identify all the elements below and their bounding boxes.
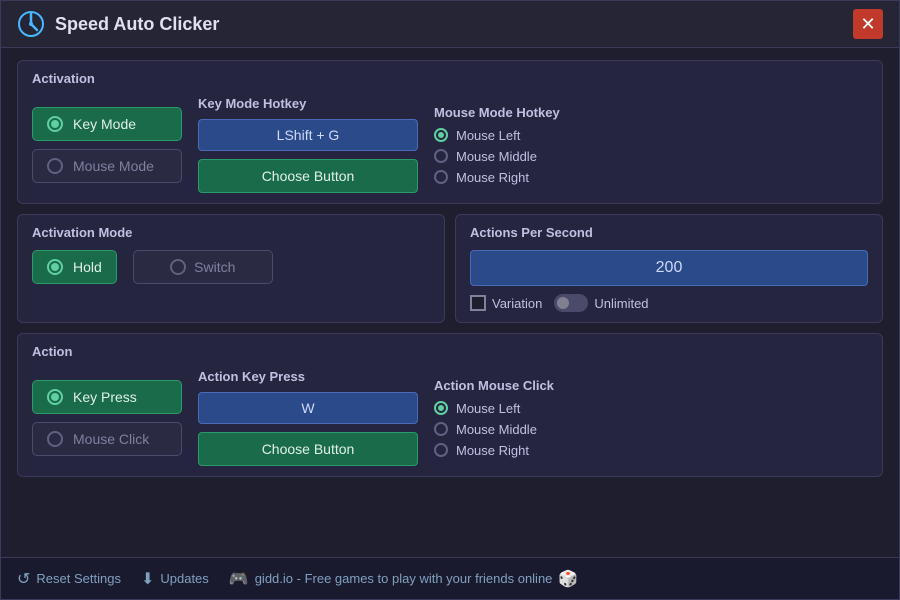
hold-button[interactable]: Hold xyxy=(32,250,117,284)
key-mode-hotkey-group: Key Mode Hotkey LShift + G Choose Button xyxy=(198,96,418,193)
action-key-press-title: Action Key Press xyxy=(198,369,418,384)
gidd-icon: 🎮 xyxy=(229,569,249,589)
aps-group: Variation Unlimited xyxy=(470,250,868,312)
action-mouse-right-label: Mouse Right xyxy=(456,443,529,458)
action-key-value[interactable]: W xyxy=(198,392,418,424)
mouse-middle-option[interactable]: Mouse Middle xyxy=(434,149,614,164)
action-mouse-click-title: Action Mouse Click xyxy=(434,378,614,393)
mouse-left-radio xyxy=(434,128,448,142)
middle-row: Activation Mode Hold Switch Actions Per … xyxy=(17,214,883,323)
updates-item[interactable]: ⬇ Updates xyxy=(141,569,209,589)
key-mode-choose-button[interactable]: Choose Button xyxy=(198,159,418,193)
variation-label: Variation xyxy=(492,296,542,311)
mouse-mode-button[interactable]: Mouse Mode xyxy=(32,149,182,183)
action-key-press-group: Action Key Press W Choose Button xyxy=(198,369,418,466)
action-mouse-right-radio xyxy=(434,443,448,457)
action-mouse-click-group: Action Mouse Click Mouse Left Mouse Midd… xyxy=(434,378,614,458)
mouse-left-label: Mouse Left xyxy=(456,128,520,143)
mode-radio-group: Key Mode Mouse Mode xyxy=(32,107,182,183)
mouse-click-radio-circle xyxy=(47,431,63,447)
activation-mode-row: Hold Switch xyxy=(32,250,430,284)
footer: ↺ Reset Settings ⬇ Updates 🎮 gidd.io - F… xyxy=(1,557,899,599)
activation-mode-title: Activation Mode xyxy=(32,225,430,240)
switch-radio-circle xyxy=(170,259,186,275)
reset-label: Reset Settings xyxy=(36,571,121,586)
action-mouse-left-radio xyxy=(434,401,448,415)
mouse-click-label: Mouse Click xyxy=(73,431,149,447)
action-radio-group: Key Press Mouse Click xyxy=(32,380,182,456)
action-mouse-middle-label: Mouse Middle xyxy=(456,422,537,437)
title-bar: Speed Auto Clicker ✕ xyxy=(1,1,899,48)
mouse-click-button[interactable]: Mouse Click xyxy=(32,422,182,456)
hold-label: Hold xyxy=(73,259,102,275)
key-press-radio-circle xyxy=(47,389,63,405)
mouse-right-option[interactable]: Mouse Right xyxy=(434,170,614,185)
action-mouse-left-label: Mouse Left xyxy=(456,401,520,416)
key-press-label: Key Press xyxy=(73,389,137,405)
aps-options: Variation Unlimited xyxy=(470,294,868,312)
hold-radio-circle xyxy=(47,259,63,275)
key-mode-hotkey-value[interactable]: LShift + G xyxy=(198,119,418,151)
action-choose-button[interactable]: Choose Button xyxy=(198,432,418,466)
gidd-label: gidd.io - Free games to play with your f… xyxy=(255,571,553,586)
key-mode-radio-circle xyxy=(47,116,63,132)
gidd-dice-icon: 🎲 xyxy=(558,569,578,589)
updates-label: Updates xyxy=(160,571,208,586)
mouse-middle-label: Mouse Middle xyxy=(456,149,537,164)
variation-checkbox-item[interactable]: Variation xyxy=(470,295,542,311)
reset-icon: ↺ xyxy=(17,569,30,589)
key-mode-label: Key Mode xyxy=(73,116,136,132)
switch-button[interactable]: Switch xyxy=(133,250,273,284)
mouse-right-radio xyxy=(434,170,448,184)
action-mouse-right-option[interactable]: Mouse Right xyxy=(434,443,614,458)
unlimited-toggle[interactable] xyxy=(554,294,588,312)
mouse-mode-hotkey-title: Mouse Mode Hotkey xyxy=(434,105,614,120)
key-mode-hotkey-title: Key Mode Hotkey xyxy=(198,96,418,111)
mouse-right-label: Mouse Right xyxy=(456,170,529,185)
action-mouse-middle-option[interactable]: Mouse Middle xyxy=(434,422,614,437)
main-content: Activation Key Mode Mouse Mode Key Mode … xyxy=(1,48,899,557)
main-window: Speed Auto Clicker ✕ Activation Key Mode… xyxy=(0,0,900,600)
activation-row: Key Mode Mouse Mode Key Mode Hotkey LShi… xyxy=(32,96,868,193)
app-icon xyxy=(17,10,45,38)
reset-settings-item[interactable]: ↺ Reset Settings xyxy=(17,569,121,589)
switch-label: Switch xyxy=(194,259,235,275)
aps-title: Actions Per Second xyxy=(470,225,868,240)
key-mode-button[interactable]: Key Mode xyxy=(32,107,182,141)
mouse-mode-hotkey-group: Mouse Mode Hotkey Mouse Left Mouse Middl… xyxy=(434,105,614,185)
aps-input[interactable] xyxy=(470,250,868,286)
aps-section: Actions Per Second Variation Unlimited xyxy=(455,214,883,323)
activation-mode-section: Activation Mode Hold Switch xyxy=(17,214,445,323)
action-section: Action Key Press Mouse Click Action Key … xyxy=(17,333,883,477)
unlimited-label: Unlimited xyxy=(594,296,648,311)
window-title: Speed Auto Clicker xyxy=(55,14,219,35)
key-press-button[interactable]: Key Press xyxy=(32,380,182,414)
action-row: Key Press Mouse Click Action Key Press W… xyxy=(32,369,868,466)
gidd-item[interactable]: 🎮 gidd.io - Free games to play with your… xyxy=(229,569,579,589)
mouse-middle-radio xyxy=(434,149,448,163)
activation-section: Activation Key Mode Mouse Mode Key Mode … xyxy=(17,60,883,204)
mouse-mode-radio-circle xyxy=(47,158,63,174)
title-bar-left: Speed Auto Clicker xyxy=(17,10,219,38)
action-title: Action xyxy=(32,344,868,359)
mouse-left-option[interactable]: Mouse Left xyxy=(434,128,614,143)
mouse-mode-label: Mouse Mode xyxy=(73,158,154,174)
close-button[interactable]: ✕ xyxy=(853,9,883,39)
unlimited-checkbox-item[interactable]: Unlimited xyxy=(554,294,648,312)
updates-icon: ⬇ xyxy=(141,569,154,589)
action-mouse-left-option[interactable]: Mouse Left xyxy=(434,401,614,416)
activation-title: Activation xyxy=(32,71,868,86)
variation-checkbox[interactable] xyxy=(470,295,486,311)
action-mouse-middle-radio xyxy=(434,422,448,436)
